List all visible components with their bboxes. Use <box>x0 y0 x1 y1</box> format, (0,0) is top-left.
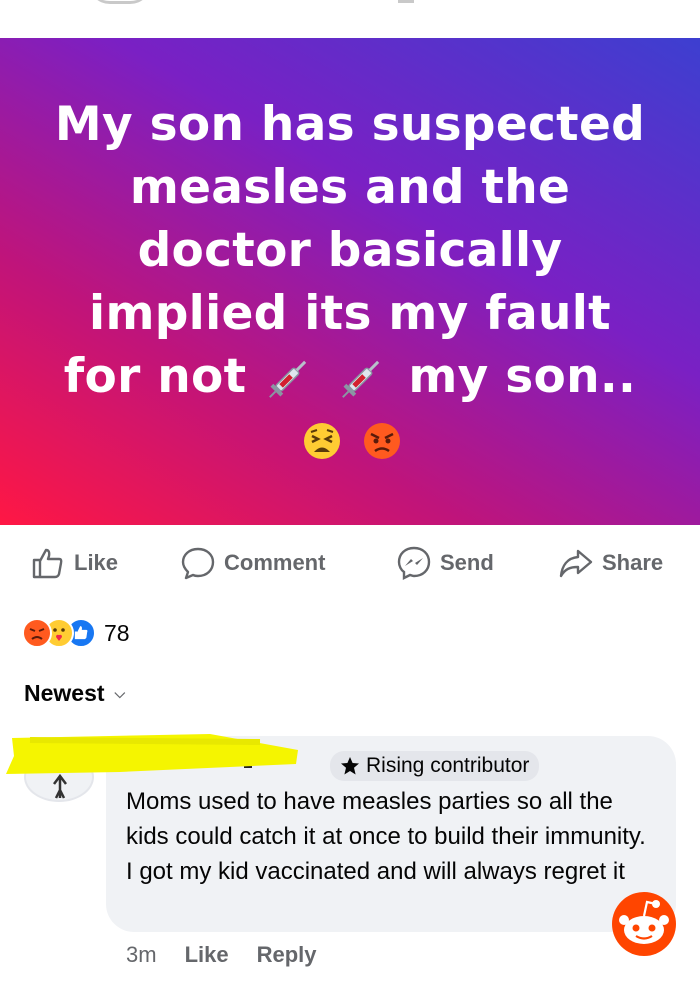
chevron-down-icon: ⌵ <box>114 685 126 701</box>
comment-sort-dropdown[interactable]: Newest ⌵ <box>24 680 125 707</box>
comment-time: 3m <box>126 942 157 967</box>
post-text-tail: my son.. <box>408 348 637 404</box>
comment-label: Comment <box>224 550 326 575</box>
thumbs-up-icon <box>32 548 63 579</box>
reaction-count: 78 <box>104 619 130 646</box>
reddit-logo-icon <box>612 892 676 956</box>
post-actions: Like Comment Send Share <box>0 525 700 601</box>
share-arrow-icon <box>559 549 593 578</box>
share-button[interactable]: Share <box>558 545 663 581</box>
star-icon <box>341 757 359 775</box>
like-label: Like <box>74 550 119 575</box>
comment-button[interactable]: Comment <box>180 545 325 581</box>
highlighter-redaction <box>0 730 305 776</box>
comment-bubble-icon <box>181 547 215 580</box>
messenger-icon <box>397 546 431 580</box>
comment-text: Moms used to have measles parties so all… <box>126 788 646 885</box>
top-strip <box>0 0 700 38</box>
angry-reaction-icon <box>22 618 52 648</box>
share-label: Share <box>602 550 664 575</box>
send-label: Send <box>440 550 494 575</box>
send-button[interactable]: Send <box>396 545 494 581</box>
comment-like-button[interactable]: Like <box>185 942 229 968</box>
post-text: My son has suspected measles and the doc… <box>50 93 650 471</box>
like-button[interactable]: Like <box>30 545 118 581</box>
angry-face-icon <box>364 422 401 459</box>
post-banner[interactable]: My son has suspected measles and the doc… <box>0 38 700 525</box>
header-fragment <box>398 0 414 3</box>
avatar-edge <box>88 0 152 4</box>
rising-contributor-badge[interactable]: Rising contributor <box>330 751 540 781</box>
comment-reply-button[interactable]: Reply <box>257 942 317 968</box>
reaction-summary[interactable]: 78 <box>22 618 130 648</box>
syringe-emoji-icon-2 <box>341 360 379 398</box>
sort-label: Newest <box>24 680 105 706</box>
syringe-emoji-icon <box>269 360 307 398</box>
tired-face-icon <box>303 422 340 459</box>
badge-label: Rising contributor <box>366 754 530 777</box>
comment-meta: 3m Like Reply <box>126 942 317 968</box>
